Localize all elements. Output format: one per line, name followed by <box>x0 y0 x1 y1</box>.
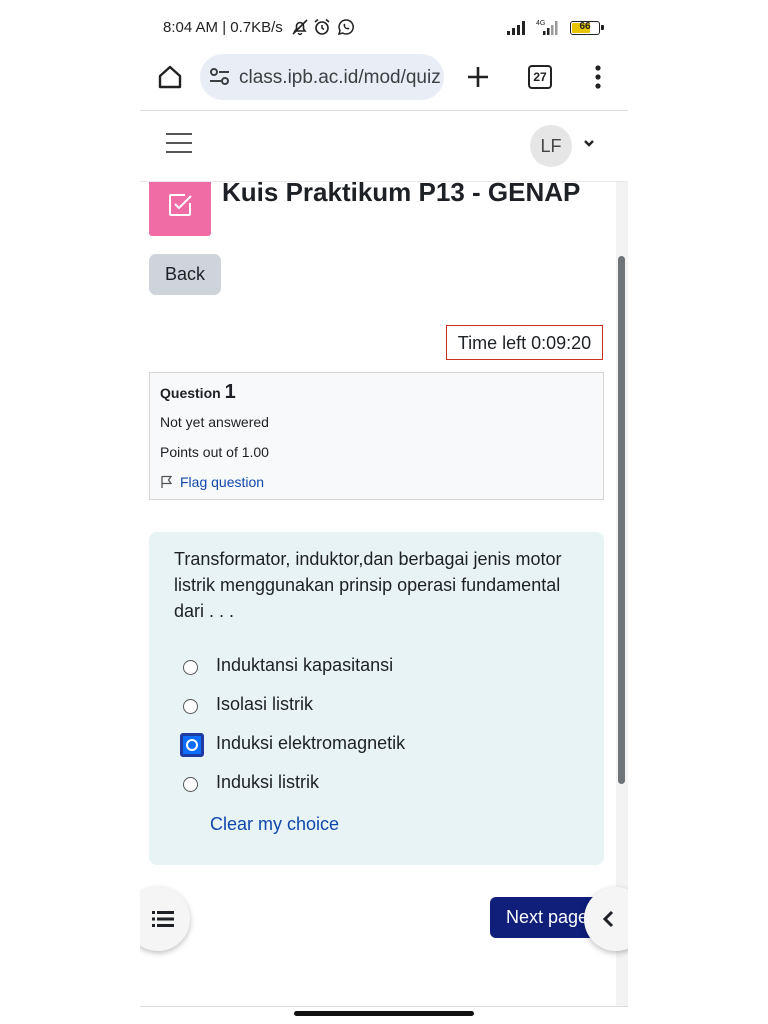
answer-option-label: Induksi elektromagnetik <box>216 733 406 753</box>
flag-icon <box>161 475 173 488</box>
clear-choice-link[interactable]: Clear my choice <box>210 814 339 835</box>
answer-option[interactable]: Induktansi kapasitansi <box>183 654 563 682</box>
status-bar: 8:04 AM | 0.7KB/s 4G 66 <box>140 0 628 56</box>
chevron-left-icon <box>602 910 614 928</box>
site-settings-icon[interactable] <box>209 67 231 92</box>
question-state: Not yet answered <box>160 414 269 430</box>
page-title: Kuis Praktikum P13 - GENAP <box>222 182 581 207</box>
battery-icon: 66 <box>570 21 604 35</box>
list-icon <box>152 911 174 927</box>
flag-question-label: Flag question <box>180 474 265 490</box>
question-text: Transformator, induktor,dan berbagai jen… <box>174 549 562 621</box>
answer-option[interactable]: Isolasi listrik <box>183 693 563 721</box>
flag-question-link[interactable]: Flag question <box>160 474 264 490</box>
scrollbar[interactable] <box>618 256 625 784</box>
question-grade: Points out of 1.00 <box>160 444 269 460</box>
answer-option-label: Isolasi listrik <box>216 694 314 714</box>
radio-button-selected[interactable] <box>180 733 204 757</box>
back-button[interactable]: Back <box>149 254 221 295</box>
home-icon[interactable] <box>156 63 184 91</box>
tab-switcher-button[interactable]: 27 <box>528 65 552 89</box>
new-tab-plus-icon[interactable] <box>464 63 492 91</box>
signal-icon: 4G <box>506 18 564 41</box>
question-info-box: Question 1 Not yet answered Points out o… <box>149 372 604 500</box>
radio-button[interactable] <box>183 777 198 792</box>
question-label: Question <box>160 385 221 401</box>
question-number: Question 1 <box>160 381 236 404</box>
whatsapp-icon <box>337 18 355 36</box>
status-time: 8:04 AM | 0.7KB/s <box>163 19 283 36</box>
avatar[interactable]: LF <box>530 125 572 167</box>
gesture-home-bar[interactable] <box>294 1011 474 1016</box>
answer-option-label: Induksi listrik <box>216 772 320 792</box>
main-content: Kuis Praktikum P13 - GENAP Back Time lef… <box>140 182 628 1006</box>
browser-toolbar: class.ipb.ac.id/mod/quiz 27 <box>140 50 628 110</box>
url-text: class.ipb.ac.id/mod/quiz <box>239 67 441 88</box>
answer-option[interactable]: Induksi listrik <box>183 771 563 799</box>
nav-divider <box>140 1006 628 1007</box>
checkbox-edit-icon <box>169 194 192 216</box>
answer-option-label: Induktansi kapasitansi <box>216 655 394 675</box>
question-formulation: Transformator, induktor,dan berbagai jen… <box>149 532 604 865</box>
quiz-navigation-button[interactable] <box>140 887 190 951</box>
battery-level: 66 <box>579 21 591 32</box>
chevron-down-icon[interactable] <box>582 136 596 155</box>
more-vert-icon[interactable] <box>588 63 608 91</box>
alarm-icon <box>313 18 331 36</box>
silent-bell-icon <box>291 18 309 36</box>
site-header: LF <box>140 111 628 182</box>
radio-button[interactable] <box>183 699 198 714</box>
phone-screen: 8:04 AM | 0.7KB/s 4G 66 class.ipb.ac.id/… <box>140 0 628 1024</box>
quiz-activity-icon <box>149 182 211 236</box>
question-number-value: 1 <box>224 381 236 403</box>
answer-option[interactable]: Induksi elektromagnetik <box>180 732 563 760</box>
address-bar[interactable]: class.ipb.ac.id/mod/quiz <box>200 54 444 100</box>
network-label: 4G <box>536 20 545 27</box>
hamburger-icon[interactable] <box>166 133 192 155</box>
quiz-timer: Time left 0:09:20 <box>446 325 603 360</box>
radio-button[interactable] <box>183 660 198 675</box>
